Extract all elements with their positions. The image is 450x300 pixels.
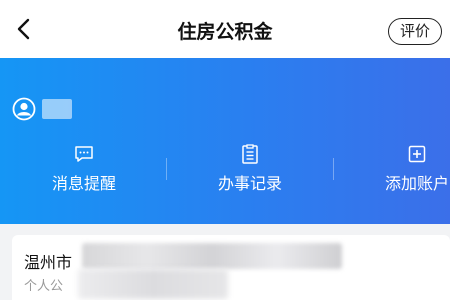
redacted-text-mask	[82, 243, 342, 269]
chat-bubble-icon	[75, 146, 93, 162]
service-records-label: 办事记录	[217, 174, 282, 193]
redacted-text-mask	[78, 269, 228, 299]
add-account-button[interactable]: 添加账户	[342, 144, 450, 198]
top-nav-bar: 住房公积金 评价	[0, 0, 450, 58]
user-circle-icon	[12, 97, 36, 121]
service-records-button[interactable]: 办事记录	[175, 144, 325, 198]
page-title: 住房公积金	[177, 21, 273, 43]
action-divider	[333, 158, 334, 180]
account-city-title: 温州市	[24, 253, 73, 272]
message-reminder-button[interactable]: 消息提醒	[9, 144, 159, 198]
quick-actions: 消息提醒 办事记录 添加账户	[0, 144, 450, 198]
action-divider	[166, 158, 167, 180]
account-hero-panel: 消息提醒 办事记录 添加账户	[0, 58, 450, 224]
rate-button[interactable]: 评价	[388, 18, 442, 45]
message-reminder-label: 消息提醒	[51, 174, 116, 193]
account-card[interactable]: 温州市 个人公	[12, 235, 450, 300]
plus-square-icon	[408, 145, 426, 163]
document-list-icon	[242, 144, 258, 164]
user-name-masked	[42, 99, 72, 119]
account-subtitle: 个人公	[24, 279, 64, 294]
user-info[interactable]	[12, 96, 72, 122]
add-account-label: 添加账户	[384, 174, 449, 193]
